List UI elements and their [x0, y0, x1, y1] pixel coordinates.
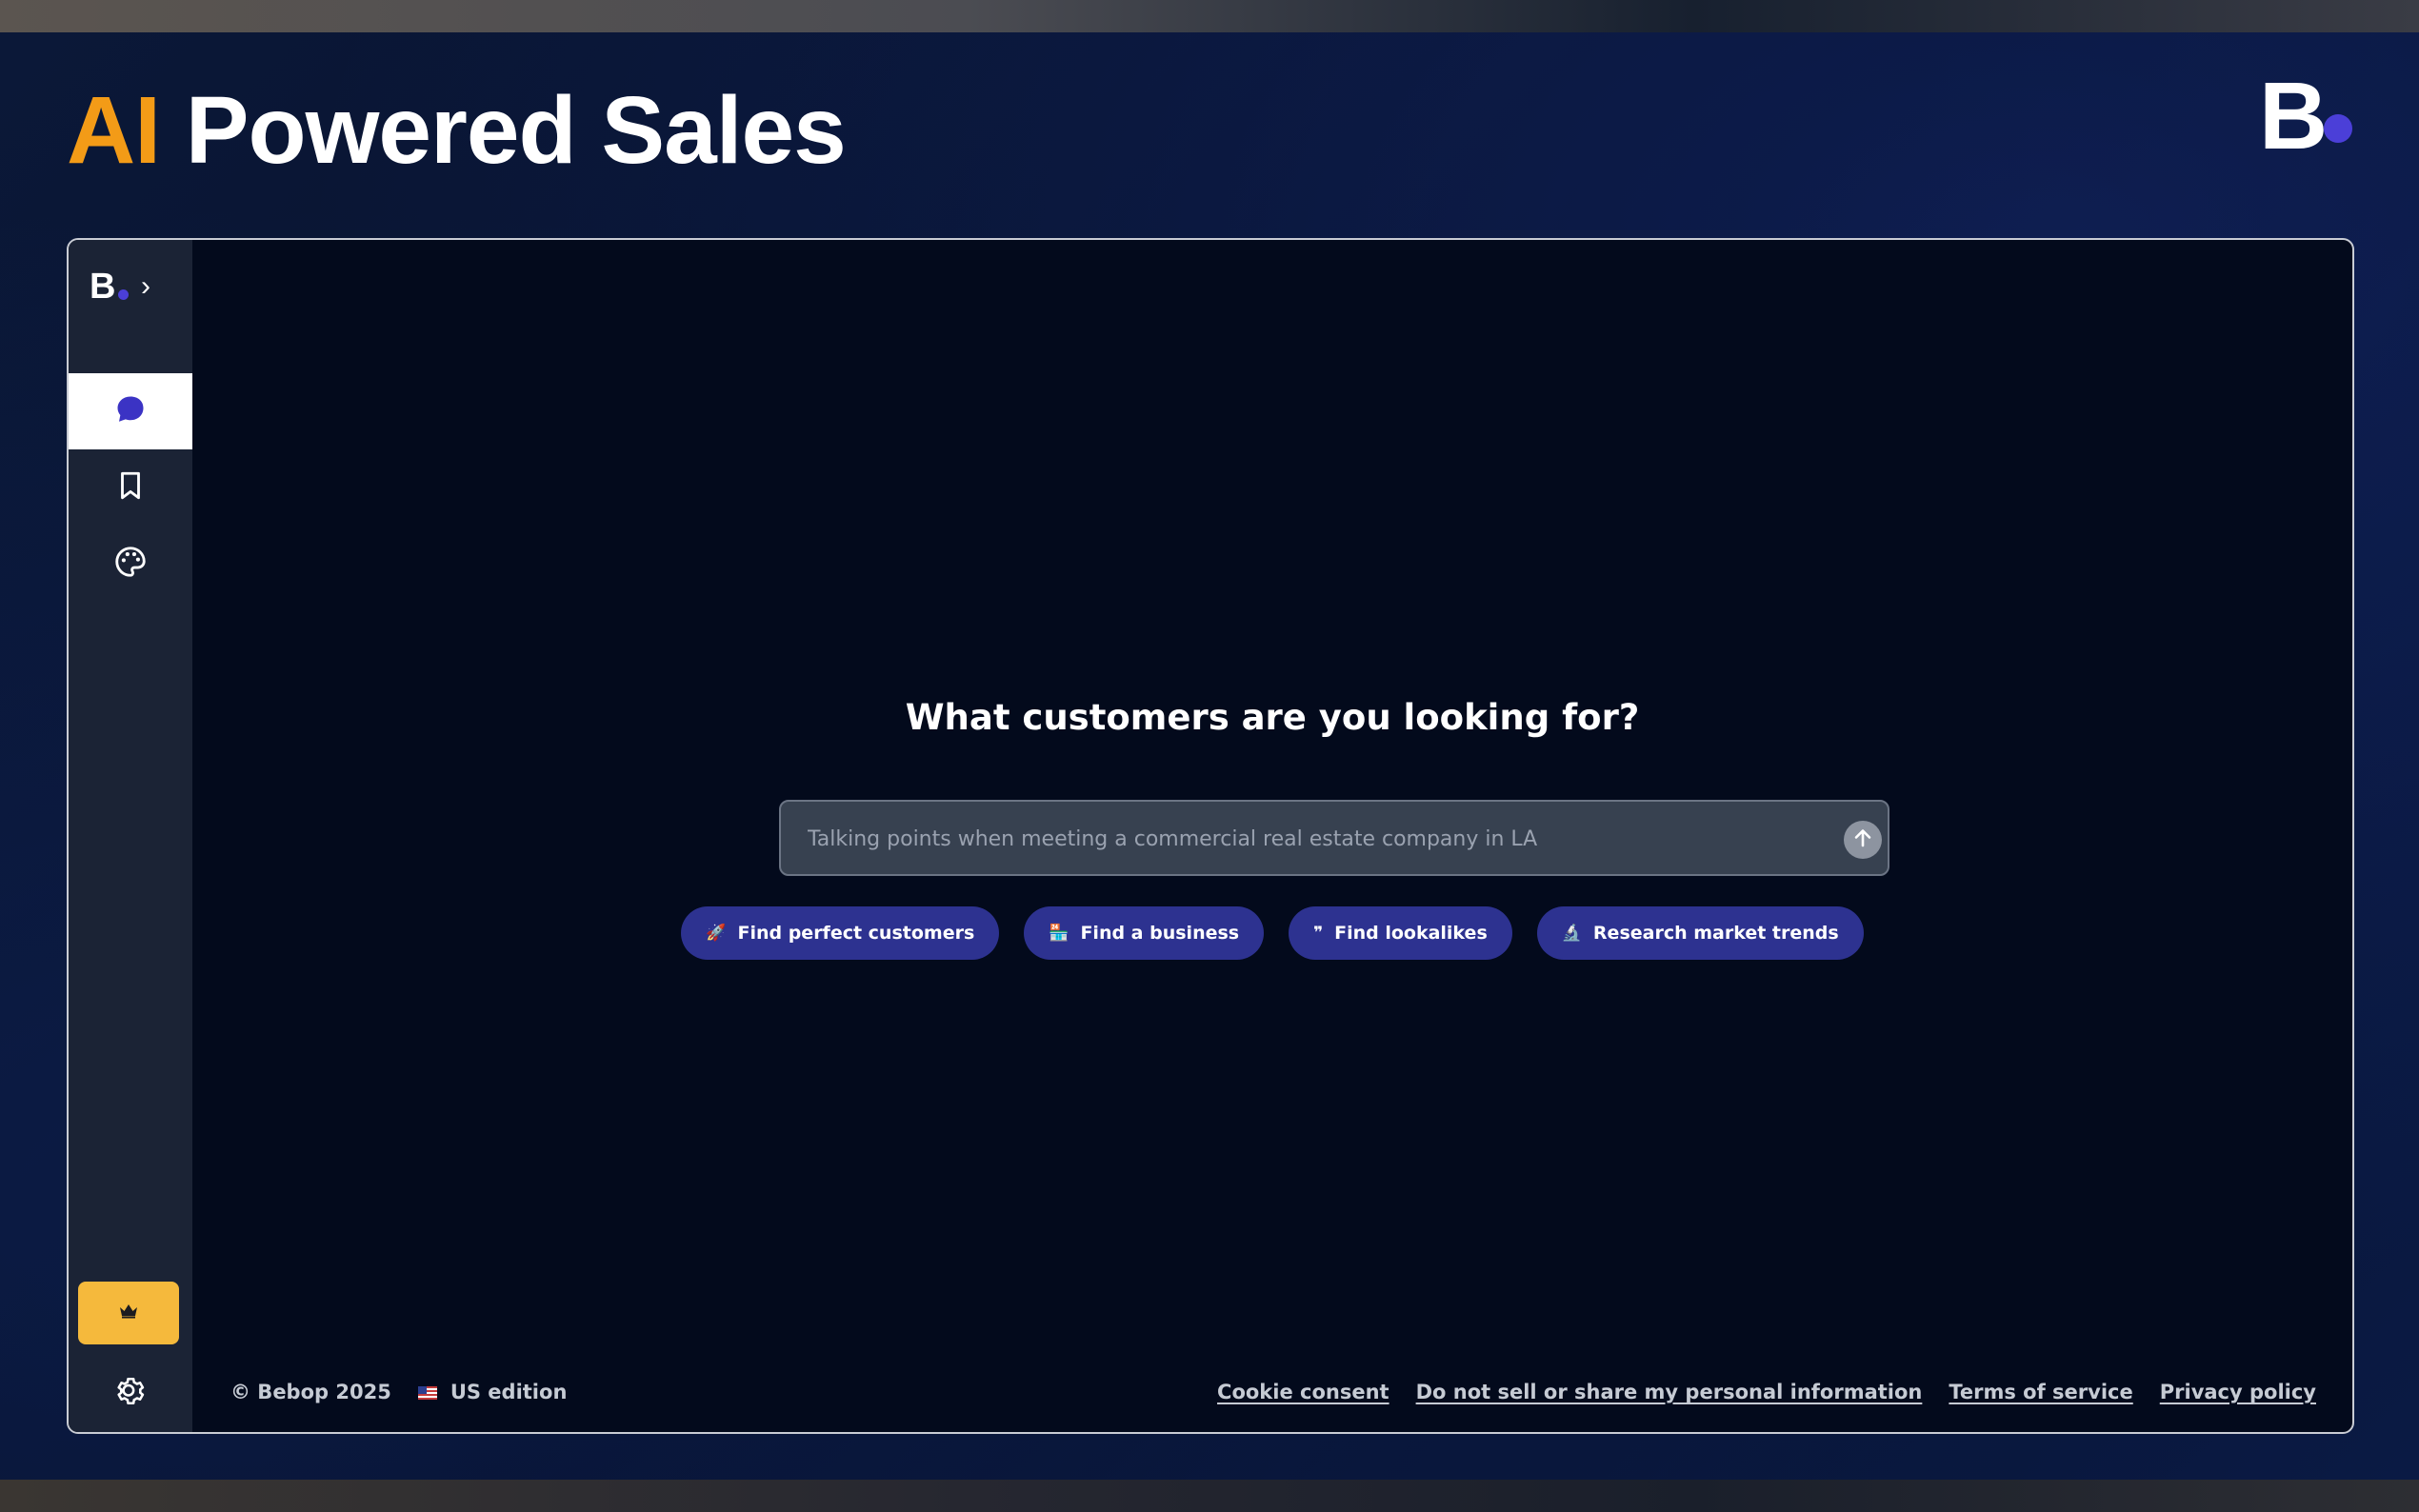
send-button[interactable]: [1844, 821, 1882, 859]
chat-bubble-icon: [113, 392, 148, 430]
edition-label: US edition: [450, 1381, 568, 1403]
chip-find-lookalikes[interactable]: ❞ Find lookalikes: [1289, 906, 1512, 960]
page-title: What customers are you looking for?: [905, 697, 1640, 738]
brand-logo-dot: [2324, 114, 2352, 143]
footer-link-terms[interactable]: Terms of service: [1949, 1381, 2132, 1403]
sidebar-item-saved[interactable]: [69, 449, 192, 526]
arrow-up-icon: [1851, 826, 1874, 853]
search-box: [779, 800, 1889, 876]
bookmark-icon: [114, 469, 147, 506]
chip-label: Find a business: [1080, 923, 1240, 944]
suggestion-chips: 🚀 Find perfect customers 🏪 Find a business…: [192, 906, 2352, 960]
chevron-right-icon[interactable]: ›: [141, 263, 150, 310]
edition-selector[interactable]: US edition: [417, 1381, 568, 1403]
sidebar-item-chat[interactable]: [69, 373, 192, 449]
headline-rest: Powered Sales: [185, 77, 847, 184]
promo-headline: AI Powered Sales: [67, 76, 847, 186]
search-input[interactable]: [806, 802, 1800, 876]
upgrade-button[interactable]: [78, 1282, 179, 1344]
storefront-icon: 🏪: [1049, 924, 1070, 943]
chip-label: Research market trends: [1592, 923, 1839, 944]
footer-links: Cookie consent Do not sell or share my p…: [1217, 1381, 2316, 1403]
sidebar-logo-dot: [118, 289, 129, 300]
sidebar-item-theme[interactable]: [69, 526, 192, 602]
gear-icon: [113, 1374, 148, 1412]
footer-link-privacy[interactable]: Privacy policy: [2160, 1381, 2316, 1403]
chip-find-a-business[interactable]: 🏪 Find a business: [1024, 906, 1265, 960]
app-window: B › What customers are you looking for? …: [67, 238, 2354, 1434]
footer-link-cookie-consent[interactable]: Cookie consent: [1217, 1381, 1389, 1403]
brand-logo: B: [2259, 69, 2354, 164]
sidebar: B ›: [69, 240, 192, 1432]
palette-icon: [112, 544, 149, 584]
footer-left: © Bebop 2025 US edition: [230, 1381, 567, 1403]
rocket-icon: 🚀: [706, 924, 727, 943]
brand-logo-letter: B: [2259, 63, 2329, 169]
quote-icon: ❞: [1313, 924, 1324, 943]
crown-icon: [119, 1303, 138, 1323]
top-window-strip: [0, 0, 2419, 32]
chip-label: Find lookalikes: [1334, 923, 1488, 944]
sidebar-logo-letter: B: [90, 267, 116, 307]
copyright-text: © Bebop 2025: [230, 1381, 391, 1403]
bottom-window-strip: [0, 1480, 2419, 1512]
microscope-icon: 🔬: [1561, 924, 1582, 943]
chip-label: Find perfect customers: [737, 923, 975, 944]
chip-research-market-trends[interactable]: 🔬 Research market trends: [1536, 906, 1864, 960]
sidebar-logo[interactable]: B ›: [90, 263, 166, 310]
us-flag-icon: [417, 1386, 437, 1400]
headline-accent: AI: [67, 77, 161, 184]
chip-find-perfect-customers[interactable]: 🚀 Find perfect customers: [681, 906, 1000, 960]
footer-link-do-not-sell[interactable]: Do not sell or share my personal informa…: [1416, 1381, 1923, 1403]
settings-button[interactable]: [69, 1362, 192, 1424]
